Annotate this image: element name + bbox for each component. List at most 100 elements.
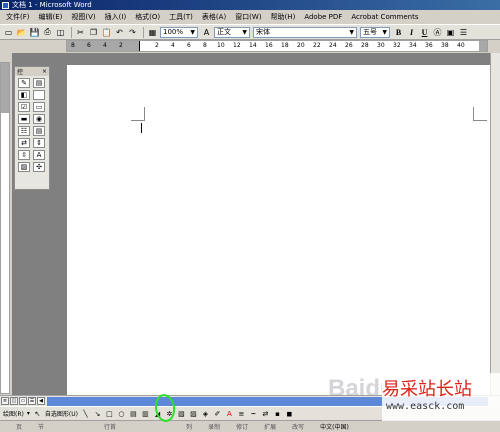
status-record[interactable]: 录制 bbox=[208, 422, 220, 431]
print-view-icon[interactable]: ▭ bbox=[19, 397, 27, 405]
print-icon[interactable]: ⎙ bbox=[42, 27, 53, 38]
standard-toolbar: ▭ 📂 💾 ⎙ ◫ ✂ ❐ 📋 ↶ ↷ ▦ 100% ▼ A 正文 ▼ 宋体 ▼… bbox=[0, 24, 500, 40]
styles-icon[interactable]: A bbox=[201, 27, 212, 38]
chevron-down-icon: ▼ bbox=[190, 28, 195, 36]
menu-file[interactable]: 文件(F) bbox=[6, 12, 30, 22]
preview-icon[interactable]: ◫ bbox=[55, 27, 66, 38]
menu-edit[interactable]: 编辑(E) bbox=[39, 12, 63, 22]
zoom-select[interactable]: 100% ▼ bbox=[160, 26, 198, 38]
menu-insert[interactable]: 插入(I) bbox=[105, 12, 127, 22]
status-bar: 页 节 行首 列 录制 修订 扩展 改写 中文(中国) bbox=[0, 420, 500, 432]
menu-format[interactable]: 格式(O) bbox=[135, 12, 160, 22]
char-border-icon[interactable]: Ⓐ bbox=[432, 27, 443, 38]
zoom-value: 100% bbox=[163, 28, 184, 36]
title-bar: 文档 1 - Microsoft Word bbox=[0, 0, 500, 10]
ruler-label: 36 bbox=[425, 42, 433, 49]
ruler-label: 2 bbox=[155, 42, 159, 49]
status-line: 行首 bbox=[104, 424, 117, 431]
draw-menu-button[interactable]: 绘图(R) bbox=[3, 409, 24, 418]
font-size-select[interactable]: 五号 ▼ bbox=[360, 26, 390, 38]
open-icon[interactable]: 📂 bbox=[16, 27, 27, 38]
properties-icon[interactable]: ▤ bbox=[33, 78, 45, 88]
vertical-ruler[interactable] bbox=[0, 62, 10, 394]
bold-button[interactable]: B bbox=[393, 27, 404, 38]
menu-tools[interactable]: 工具(T) bbox=[169, 12, 193, 22]
close-icon[interactable]: × bbox=[42, 68, 47, 75]
underline-button[interactable]: U bbox=[419, 27, 430, 38]
design-mode-icon[interactable]: ✎ bbox=[18, 78, 30, 88]
fill-color-icon[interactable]: ◈ bbox=[201, 409, 210, 418]
select-pointer-icon[interactable]: ↖ bbox=[33, 409, 42, 418]
line-icon[interactable]: ╲ bbox=[81, 409, 90, 418]
style-select[interactable]: 正文 ▼ bbox=[214, 26, 250, 38]
autoshapes-button[interactable]: 自选图形(U) bbox=[45, 409, 78, 418]
menu-window[interactable]: 窗口(W) bbox=[235, 12, 261, 22]
status-extend[interactable]: 扩展 bbox=[264, 422, 276, 431]
combobox-icon[interactable]: ▤ bbox=[33, 126, 45, 136]
horizontal-ruler[interactable]: 8 6 4 2 2 4 6 8 10 12 14 16 18 20 22 24 … bbox=[66, 40, 488, 52]
image-icon[interactable]: ▨ bbox=[18, 162, 30, 172]
undo-icon[interactable]: ↶ bbox=[114, 27, 125, 38]
redo-icon[interactable]: ↷ bbox=[127, 27, 138, 38]
status-column: 列 bbox=[186, 424, 193, 431]
outline-view-icon[interactable]: ☰ bbox=[28, 397, 36, 405]
dash-style-icon[interactable]: ┅ bbox=[249, 409, 258, 418]
scrollbar-icon[interactable]: ⇳ bbox=[18, 150, 30, 160]
vertical-scrollbar[interactable] bbox=[490, 53, 500, 395]
picture-icon[interactable]: ▨ bbox=[189, 409, 198, 418]
clipart-icon[interactable]: ▧ bbox=[177, 409, 186, 418]
menu-acrobat-comments[interactable]: Acrobat Comments bbox=[351, 13, 418, 21]
menu-adobe-pdf[interactable]: Adobe PDF bbox=[304, 13, 342, 21]
ruler-label: 2 bbox=[119, 42, 123, 49]
view-code-icon[interactable]: ◧ bbox=[18, 90, 30, 100]
ruler-label: 32 bbox=[393, 42, 401, 49]
3d-icon[interactable]: ◼ bbox=[285, 409, 294, 418]
toggle-icon[interactable]: ⇄ bbox=[18, 138, 30, 148]
menu-view[interactable]: 视图(V) bbox=[71, 12, 95, 22]
label-icon[interactable]: A bbox=[33, 150, 45, 160]
button-icon[interactable]: ▬ bbox=[18, 114, 30, 124]
char-shading-icon[interactable]: ▣ bbox=[445, 27, 456, 38]
table-icon[interactable]: ▦ bbox=[147, 27, 158, 38]
scroll-left-icon[interactable]: ◀ bbox=[37, 397, 45, 405]
toolbar-separator bbox=[143, 26, 144, 38]
vertical-textbox-icon[interactable]: ▥ bbox=[141, 409, 150, 418]
window-title: 文档 1 - Microsoft Word bbox=[12, 1, 92, 9]
font-select[interactable]: 宋体 ▼ bbox=[253, 26, 357, 38]
textbox-icon[interactable]: ▭ bbox=[33, 102, 45, 112]
new-icon[interactable]: ▭ bbox=[3, 27, 14, 38]
save-icon[interactable]: 💾 bbox=[29, 27, 40, 38]
ruler-label: 4 bbox=[171, 42, 175, 49]
indent-marker[interactable] bbox=[139, 41, 140, 51]
font-value: 宋体 bbox=[256, 28, 270, 36]
oval-icon[interactable]: ○ bbox=[117, 409, 126, 418]
menu-table[interactable]: 表格(A) bbox=[202, 12, 226, 22]
arrow-style-icon[interactable]: ⇄ bbox=[261, 409, 270, 418]
normal-view-icon[interactable]: ≡ bbox=[1, 397, 9, 405]
align-icon[interactable]: ☰ bbox=[458, 27, 469, 38]
line-color-icon[interactable]: ✐ bbox=[213, 409, 222, 418]
radio-icon[interactable]: ◉ bbox=[33, 114, 45, 124]
control-toolbox-title[interactable]: 控 × bbox=[15, 67, 49, 76]
italic-button[interactable]: I bbox=[406, 27, 417, 38]
cut-icon[interactable]: ✂ bbox=[75, 27, 86, 38]
status-overwrite[interactable]: 改写 bbox=[292, 422, 304, 431]
textbox-icon[interactable]: ▤ bbox=[129, 409, 138, 418]
more-controls-icon[interactable]: ✣ bbox=[33, 162, 45, 172]
menu-help[interactable]: 帮助(H) bbox=[271, 12, 296, 22]
font-color-icon[interactable]: A bbox=[225, 409, 234, 418]
checkbox-icon[interactable]: ☑ bbox=[18, 102, 30, 112]
listbox-icon[interactable]: ☷ bbox=[18, 126, 30, 136]
rectangle-icon[interactable]: □ bbox=[105, 409, 114, 418]
document-page[interactable] bbox=[67, 65, 497, 405]
line-style-icon[interactable]: ≡ bbox=[237, 409, 246, 418]
ruler-label: 16 bbox=[265, 42, 273, 49]
shadow-icon[interactable]: ▪ bbox=[273, 409, 282, 418]
chevron-down-icon: ▼ bbox=[382, 28, 387, 36]
paste-icon[interactable]: 📋 bbox=[101, 27, 112, 38]
copy-icon[interactable]: ❐ bbox=[88, 27, 99, 38]
arrow-icon[interactable]: ↘ bbox=[93, 409, 102, 418]
spinner-icon[interactable]: ⇕ bbox=[33, 138, 45, 148]
status-track[interactable]: 修订 bbox=[236, 422, 248, 431]
web-view-icon[interactable]: ◫ bbox=[10, 397, 18, 405]
